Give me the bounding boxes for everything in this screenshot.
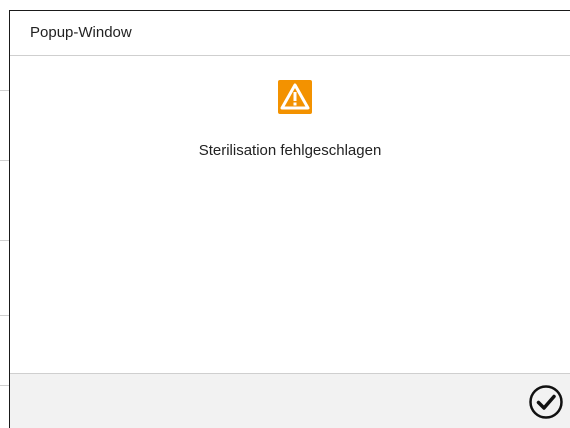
- popup-title: Popup-Window: [30, 24, 132, 41]
- background-divider: [0, 90, 9, 91]
- popup-footer: [10, 373, 570, 428]
- popup-title-bar: Popup-Window: [10, 11, 570, 56]
- background-divider: [0, 240, 9, 241]
- background-divider: [0, 160, 9, 161]
- alert-message: Sterilisation fehlgeschlagen: [198, 142, 382, 159]
- screen: Popup-Window Sterilisation fehlgeschlage…: [0, 0, 570, 428]
- background-divider: [0, 315, 9, 316]
- checkmark-circle-icon: [529, 385, 563, 419]
- warning-triangle-icon: [278, 80, 312, 114]
- confirm-button[interactable]: [528, 384, 564, 420]
- background-divider: [0, 385, 9, 386]
- popup-content: Sterilisation fehlgeschlagen: [10, 56, 570, 373]
